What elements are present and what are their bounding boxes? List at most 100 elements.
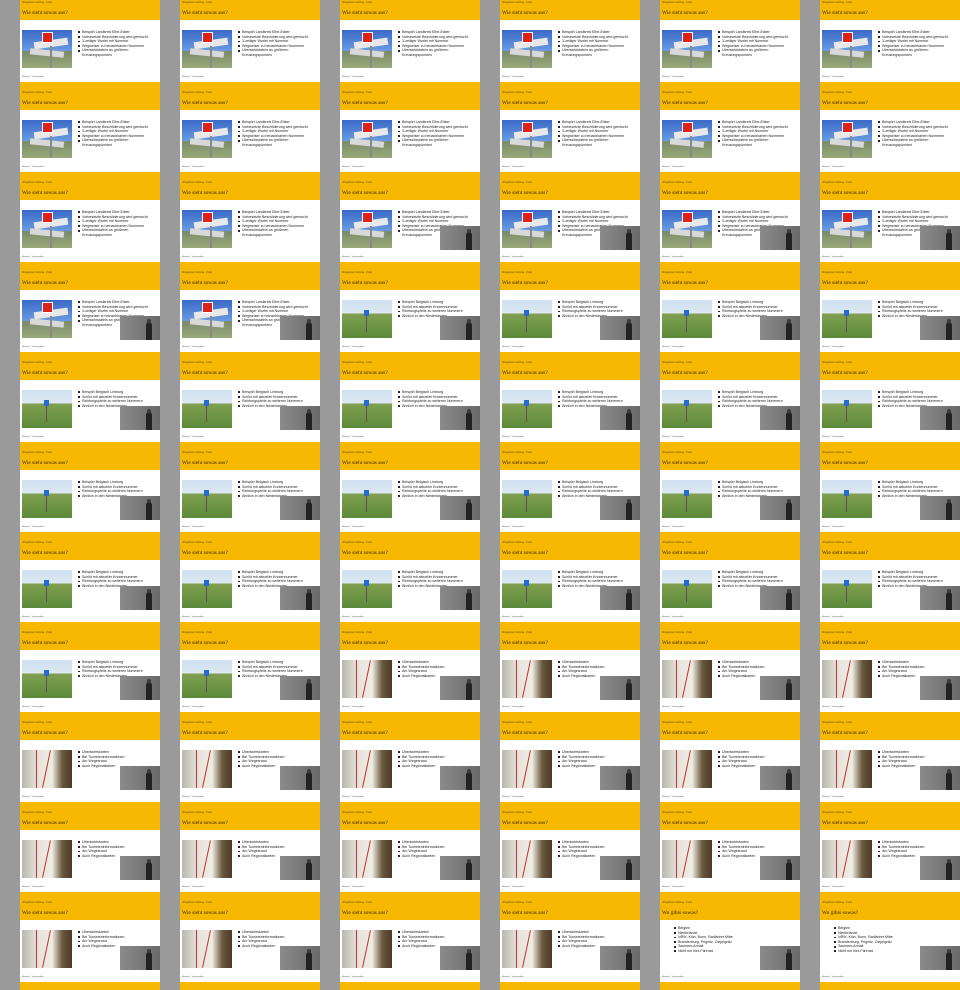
slide-photo <box>182 660 232 698</box>
slide-header-band: Wegweiser-Vortrag · Folie Wie sieht sowas… <box>820 180 960 200</box>
slide-thumbnail[interactable]: Wegweiser-Vortrag · Folie Wie sieht sowas… <box>660 360 800 450</box>
slide-thumbnail[interactable]: Wegweiser-Vortrag · Folie Wie sieht sowas… <box>820 270 960 360</box>
slide-thumbnail[interactable]: Wegweiser-Vortrag · Folie Wie sieht sowas… <box>500 90 640 180</box>
slide-photo <box>182 570 232 608</box>
slide-thumbnail[interactable]: Wegweiser-Vortrag · Folie Wie sieht sowas… <box>340 810 480 900</box>
slide-photo <box>182 300 232 338</box>
slide-thumbnail[interactable]: Wegweiser-Vortrag · Folie Wie sieht sowas… <box>20 90 160 180</box>
slide-thumbnail[interactable]: Wegweiser-Vortrag · Folie Wie sieht sowas… <box>20 900 160 990</box>
sign-board2 <box>669 228 705 238</box>
slide-thumbnail[interactable]: Wegweiser-Vortrag · Folie Wie sieht sowas… <box>20 450 160 540</box>
slide-thumbnail[interactable]: Wegweiser-Vortrag · Folie Wie sieht sowas… <box>820 720 960 810</box>
slide-thumbnail[interactable]: Wegweiser-Vortrag · Folie Wie sieht sowas… <box>820 540 960 630</box>
slide-thumbnail[interactable]: Wegweiser-Vortrag · Folie Wie sieht sowas… <box>820 0 960 90</box>
bullet-item: Ubersichtstafeln an größeren Kreuzungspu… <box>718 138 798 147</box>
slide-thumbnail[interactable]: Wegweiser-Vortrag · Folie Wie sieht sowas… <box>820 180 960 270</box>
slide-footer-band <box>500 442 640 450</box>
presenter-figure <box>466 772 472 790</box>
slide-thumbnail[interactable]: Wegweiser-Vortrag · Folie Wie sieht sowas… <box>660 630 800 720</box>
slide-subtitle: Wegweiser-Vortrag · Folie <box>662 91 692 94</box>
slide-thumbnail[interactable]: Wegweiser-Vortrag · Folie Wie sieht sowas… <box>340 360 480 450</box>
slide-thumbnail[interactable]: Wegweiser-Vortrag · Folie Wie sieht sowas… <box>340 0 480 90</box>
slide-thumbnail[interactable]: Wegweiser-Vortrag · Folie Wie sieht sowas… <box>20 630 160 720</box>
slide-thumbnail[interactable]: Wegweiser-Vortrag · Folie Wo gibts sowas?… <box>660 900 800 990</box>
slide-thumbnail[interactable]: Wegweiser-Vortrag · Folie Wie sieht sowas… <box>500 810 640 900</box>
slide-subtitle: Wegweiser-Vortrag · Folie <box>182 451 212 454</box>
sign-logo <box>202 302 213 313</box>
sign-logo <box>42 302 53 313</box>
slide-thumbnail[interactable]: Wegweiser-Vortrag · Folie Wo gibts sowas?… <box>820 900 960 990</box>
slide-thumbnail[interactable]: Wegweiser-Vortrag · Folie Wie sieht sowas… <box>500 270 640 360</box>
field-bpost <box>206 676 207 692</box>
video-background <box>760 676 800 700</box>
slide-thumbnail[interactable]: Wegweiser-Vortrag · Folie Wie sieht sowas… <box>180 720 320 810</box>
slide-thumbnail[interactable]: Wegweiser-Vortrag · Folie Wie sieht sowas… <box>180 0 320 90</box>
slide-thumbnail[interactable]: Wegweiser-Vortrag · Folie Wie sieht sowas… <box>820 810 960 900</box>
slide-subtitle: Wegweiser-Vortrag · Folie <box>22 631 52 634</box>
slide-thumbnail[interactable]: Wegweiser-Vortrag · Folie Wie sieht sowas… <box>820 450 960 540</box>
slide-thumbnail[interactable]: Wegweiser-Vortrag · Folie Wie sieht sowas… <box>660 720 800 810</box>
slide-thumbnail[interactable]: Wegweiser-Vortrag · Folie Wie sieht sowas… <box>500 900 640 990</box>
slide-header-band: Wegweiser-Vortrag · Folie Wo gibts sowas? <box>820 900 960 920</box>
slide-thumbnail[interactable]: Wegweiser-Vortrag · Folie Wie sieht sowas… <box>340 450 480 540</box>
slide-thumbnail[interactable]: Wegweiser-Vortrag · Folie Wie sieht sowas… <box>500 720 640 810</box>
slide-thumbnail[interactable]: Wegweiser-Vortrag · Folie Wie sieht sowas… <box>20 270 160 360</box>
slide-thumbnail[interactable]: Wegweiser-Vortrag · Folie Wie sieht sowas… <box>340 630 480 720</box>
slide-photo <box>662 120 712 158</box>
slide-thumbnail[interactable]: Wegweiser-Vortrag · Folie Wie sieht sowas… <box>500 360 640 450</box>
slide-thumbnail[interactable]: Wegweiser-Vortrag · Folie Wie sieht sowas… <box>340 270 480 360</box>
slide-thumbnail[interactable]: Wegweiser-Vortrag · Folie Wie sieht sowas… <box>660 540 800 630</box>
slide-photo <box>22 300 72 338</box>
slide-thumbnail[interactable]: Wegweiser-Vortrag · Folie Wie sieht sowas… <box>180 450 320 540</box>
slide-thumbnail[interactable]: Wegweiser-Vortrag · Folie Wie sieht sowas… <box>500 180 640 270</box>
slide-thumbnail[interactable]: Wegweiser-Vortrag · Folie Wie sieht sowas… <box>20 180 160 270</box>
slide-thumbnail[interactable]: Wegweiser-Vortrag · Folie Wie sieht sowas… <box>20 360 160 450</box>
slide-thumbnail[interactable]: Wegweiser-Vortrag · Folie Wie sieht sowas… <box>500 630 640 720</box>
slide-thumbnail[interactable]: Wegweiser-Vortrag · Folie Wie sieht sowas… <box>20 810 160 900</box>
slide-footer-band <box>500 892 640 900</box>
slide-thumbnail[interactable]: Wegweiser-Vortrag · Folie Wie sieht sowas… <box>180 360 320 450</box>
slide-thumbnail[interactable]: Wegweiser-Vortrag · Folie Wie sieht sowas… <box>340 180 480 270</box>
slide-thumbnail[interactable]: Wegweiser-Vortrag · Folie Wie sieht sowas… <box>660 180 800 270</box>
slide-subtitle: Wegweiser-Vortrag · Folie <box>342 451 372 454</box>
slide-title: Wie sieht sowas aus? <box>342 370 388 376</box>
slide-thumbnail[interactable]: Wegweiser-Vortrag · Folie Wie sieht sowas… <box>660 0 800 90</box>
slide-thumbnail[interactable]: Wegweiser-Vortrag · Folie Wie sieht sowas… <box>180 810 320 900</box>
slide-thumbnail[interactable]: Wegweiser-Vortrag · Folie Wie sieht sowas… <box>500 0 640 90</box>
slide-thumbnail[interactable]: Wegweiser-Vortrag · Folie Wie sieht sowas… <box>660 450 800 540</box>
slide-thumbnail[interactable]: Wegweiser-Vortrag · Folie Wie sieht sowas… <box>820 360 960 450</box>
slide-thumbnail[interactable]: Wegweiser-Vortrag · Folie Wie sieht sowas… <box>820 90 960 180</box>
slide-thumbnail[interactable]: Wegweiser-Vortrag · Folie Wie sieht sowas… <box>180 630 320 720</box>
slide-thumbnail[interactable]: Wegweiser-Vortrag · Folie Wie sieht sowas… <box>180 900 320 990</box>
slide-photo <box>182 210 232 248</box>
slide-thumbnail[interactable]: Wegweiser-Vortrag · Folie Wie sieht sowas… <box>660 270 800 360</box>
slide-footer-band <box>500 802 640 810</box>
slide-thumbnail[interactable]: Wegweiser-Vortrag · Folie Wie sieht sowas… <box>20 540 160 630</box>
slide-header-band: Wegweiser-Vortrag · Folie Wie sieht sowas… <box>20 90 160 110</box>
slide-thumbnail[interactable]: Wegweiser-Vortrag · Folie Wie sieht sowas… <box>340 900 480 990</box>
slide-thumbnail[interactable]: Wegweiser-Vortrag · Folie Wie sieht sowas… <box>500 450 640 540</box>
slide-header-band: Wegweiser-Vortrag · Folie Wie sieht sowas… <box>20 270 160 290</box>
slide-thumbnail[interactable]: Wegweiser-Vortrag · Folie Wie sieht sowas… <box>500 540 640 630</box>
slide-thumbnail[interactable]: Wegweiser-Vortrag · Folie Wie sieht sowas… <box>20 720 160 810</box>
slide-thumbnail[interactable]: Wegweiser-Vortrag · Folie Wie sieht sowas… <box>180 270 320 360</box>
slide-header-band: Wegweiser-Vortrag · Folie Wo gibts sowas? <box>660 900 800 920</box>
slide-thumbnail[interactable]: Wegweiser-Vortrag · Folie Wie sieht sowas… <box>660 810 800 900</box>
presenter-figure <box>786 952 792 970</box>
slide-title: Wie sieht sowas aus? <box>182 280 228 286</box>
slide-thumbnail[interactable]: Wegweiser-Vortrag · Folie Wie sieht sowas… <box>340 540 480 630</box>
sign-logo <box>202 122 213 133</box>
slide-title: Wie sieht sowas aus? <box>502 550 548 556</box>
slide-subtitle: Wegweiser-Vortrag · Folie <box>182 541 212 544</box>
slide-column: Wegweiser-Vortrag · Folie Wie sieht sowas… <box>340 0 480 990</box>
slide-thumbnail[interactable]: Wegweiser-Vortrag · Folie Wie sieht sowas… <box>340 90 480 180</box>
slide-thumbnail[interactable]: Wegweiser-Vortrag · Folie Wie sieht sowas… <box>660 90 800 180</box>
slide-thumbnail[interactable]: Wegweiser-Vortrag · Folie Wie sieht sowas… <box>820 630 960 720</box>
slide-footer-text: Beispiel · Vortragsfolie <box>502 706 524 708</box>
slide-thumbnail[interactable]: Wegweiser-Vortrag · Folie Wie sieht sowas… <box>180 540 320 630</box>
slide-thumbnail[interactable]: Wegweiser-Vortrag · Folie Wie sieht sowas… <box>20 0 160 90</box>
slide-thumbnail[interactable]: Wegweiser-Vortrag · Folie Wie sieht sowas… <box>340 720 480 810</box>
slide-thumbnail[interactable]: Wegweiser-Vortrag · Folie Wie sieht sowas… <box>180 90 320 180</box>
slide-thumbnail[interactable]: Wegweiser-Vortrag · Folie Wie sieht sowas… <box>180 180 320 270</box>
slide-footer-text: Beispiel · Vortragsfolie <box>502 76 524 78</box>
